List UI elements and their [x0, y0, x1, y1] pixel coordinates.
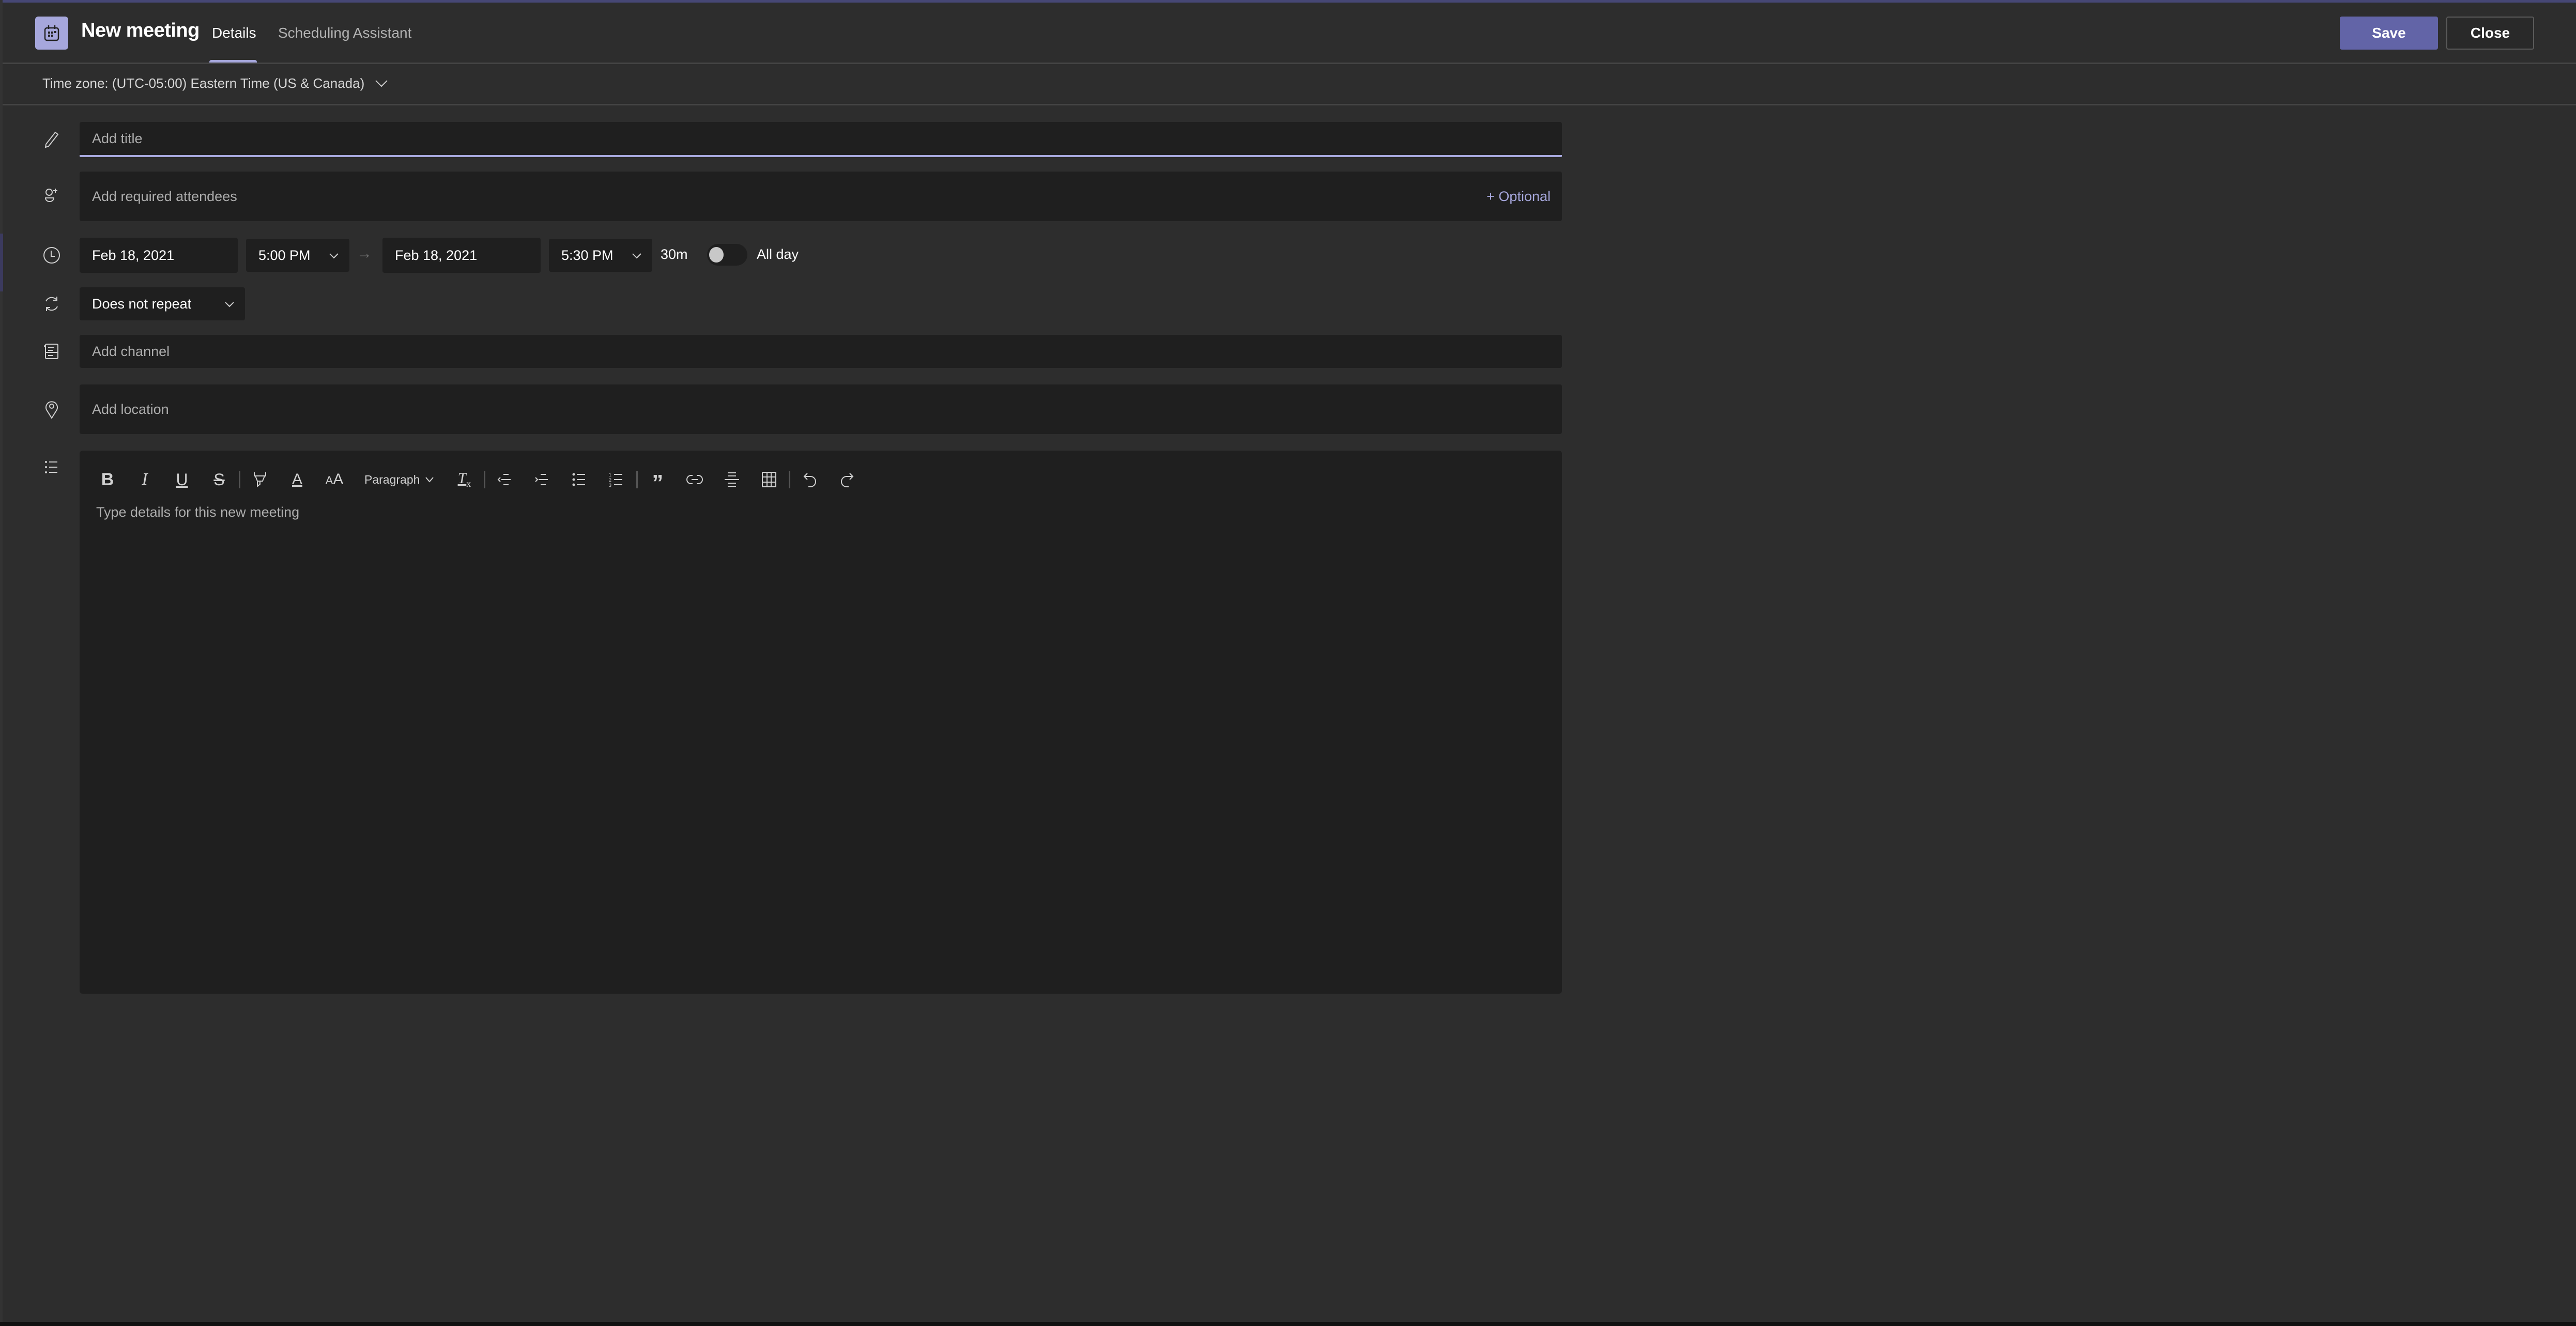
highlighter-icon: [254, 472, 266, 488]
svg-text:2: 2: [609, 477, 611, 483]
end-date-value: Feb 18, 2021: [395, 247, 478, 263]
list-icon: [40, 456, 63, 479]
location-placeholder: Add location: [92, 401, 169, 417]
save-button[interactable]: Save: [2340, 17, 2438, 50]
all-day-label: All day: [757, 246, 799, 262]
end-time-dropdown[interactable]: 5:30 PM: [549, 239, 652, 272]
chevron-down-icon: [632, 249, 652, 262]
bold-icon: B: [101, 469, 114, 489]
strikethrough-button[interactable]: S: [201, 461, 238, 498]
font-color-button[interactable]: A: [279, 461, 316, 498]
chevron-down-icon: [224, 297, 245, 311]
start-date-picker[interactable]: Feb 18, 2021: [80, 238, 238, 273]
all-day-toggle[interactable]: [707, 244, 747, 266]
timezone-label: Time zone: (UTC-05:00) Eastern Time (US …: [42, 75, 365, 91]
table-icon: [762, 472, 777, 487]
channel-input[interactable]: Add channel: [80, 335, 1562, 368]
toolbar-separator: [789, 471, 791, 488]
channel-icon: [40, 340, 63, 363]
details-editor[interactable]: B I U S A AA Paragraph Tx 123 ” Type det…: [80, 451, 1562, 994]
increase-indent-icon: [535, 474, 548, 485]
underline-icon: U: [176, 470, 188, 489]
attendees-placeholder: Add required attendees: [92, 188, 237, 204]
timezone-selector[interactable]: Time zone: (UTC-05:00) Eastern Time (US …: [42, 75, 388, 91]
paragraph-style-value: Paragraph: [364, 472, 420, 486]
duration-label: 30m: [661, 246, 688, 262]
attendees-input[interactable]: Add required attendees + Optional: [80, 172, 1562, 221]
chevron-down-icon: [329, 249, 349, 262]
clock-icon: [40, 244, 63, 267]
window-top-accent: [0, 0, 2576, 3]
title-input[interactable]: Add title: [80, 122, 1562, 157]
svg-text:3: 3: [609, 483, 611, 487]
tab-scheduling-assistant[interactable]: Scheduling Assistant: [278, 25, 411, 41]
svg-text:1: 1: [609, 472, 611, 477]
undo-button[interactable]: [791, 461, 829, 498]
start-date-value: Feb 18, 2021: [92, 247, 175, 263]
end-time-value: 5:30 PM: [561, 247, 614, 263]
left-edge: [0, 0, 3, 1326]
italic-icon: I: [142, 470, 148, 489]
start-time-value: 5:00 PM: [258, 247, 311, 263]
underline-button[interactable]: U: [163, 461, 201, 498]
close-button[interactable]: Close: [2446, 17, 2534, 50]
location-pin-icon: [40, 398, 63, 421]
link-button[interactable]: [676, 461, 713, 498]
bottom-edge: [0, 1322, 2576, 1326]
arrow-right-icon: →: [357, 245, 372, 262]
calendar-icon: [35, 17, 68, 50]
paragraph-style-dropdown[interactable]: Paragraph: [353, 461, 446, 498]
font-color-icon: A: [292, 471, 302, 488]
location-input[interactable]: Add location: [80, 384, 1562, 434]
toggle-knob: [709, 247, 724, 263]
toolbar-separator: [636, 471, 638, 488]
title-placeholder: Add title: [92, 130, 143, 146]
numbered-list-icon: 123: [609, 472, 623, 487]
bulleted-list-button[interactable]: [561, 461, 598, 498]
left-active-marker: [0, 234, 3, 291]
highlight-button[interactable]: [241, 461, 279, 498]
timezone-divider: [3, 104, 2576, 105]
quote-icon: ”: [652, 470, 664, 496]
numbered-list-button[interactable]: 123: [598, 461, 635, 498]
redo-icon: [841, 473, 854, 487]
pencil-icon: [40, 128, 63, 151]
decrease-indent-button[interactable]: [486, 461, 524, 498]
recurrence-dropdown[interactable]: Does not repeat: [80, 287, 245, 320]
page-title: New meeting: [81, 20, 200, 41]
undo-icon: [804, 473, 817, 487]
horizontal-rule-button[interactable]: [713, 461, 750, 498]
link-icon: [686, 475, 703, 484]
formatting-toolbar: B I U S A AA Paragraph Tx 123 ”: [89, 461, 866, 498]
font-size-button[interactable]: AA: [316, 461, 353, 498]
person-add-icon: [40, 185, 63, 208]
increase-indent-button[interactable]: [524, 461, 561, 498]
quote-button[interactable]: ”: [639, 461, 676, 498]
toolbar-separator: [239, 471, 240, 488]
clear-formatting-button[interactable]: Tx: [446, 461, 483, 498]
bold-button[interactable]: B: [89, 461, 126, 498]
decrease-indent-icon: [498, 474, 511, 485]
horizontal-rule-icon: [725, 472, 740, 487]
strikethrough-icon: S: [213, 470, 225, 489]
channel-placeholder: Add channel: [92, 343, 170, 359]
recurrence-value: Does not repeat: [92, 296, 192, 312]
clear-formatting-icon: Tx: [457, 470, 471, 489]
tab-details[interactable]: Details: [212, 25, 256, 41]
insert-table-button[interactable]: [750, 461, 788, 498]
end-date-picker[interactable]: Feb 18, 2021: [382, 238, 541, 273]
italic-button[interactable]: I: [126, 461, 163, 498]
start-time-dropdown[interactable]: 5:00 PM: [246, 239, 349, 272]
redo-button[interactable]: [829, 461, 866, 498]
add-optional-attendees-link[interactable]: + Optional: [1486, 189, 1562, 205]
chevron-down-icon: [375, 75, 388, 91]
toolbar-separator: [484, 471, 486, 488]
chevron-down-icon: [425, 477, 434, 483]
bulleted-list-icon: [572, 473, 586, 486]
header-divider: [3, 63, 2576, 64]
font-size-icon: AA: [325, 471, 344, 488]
details-placeholder: Type details for this new meeting: [96, 504, 300, 520]
repeat-icon: [40, 292, 63, 315]
